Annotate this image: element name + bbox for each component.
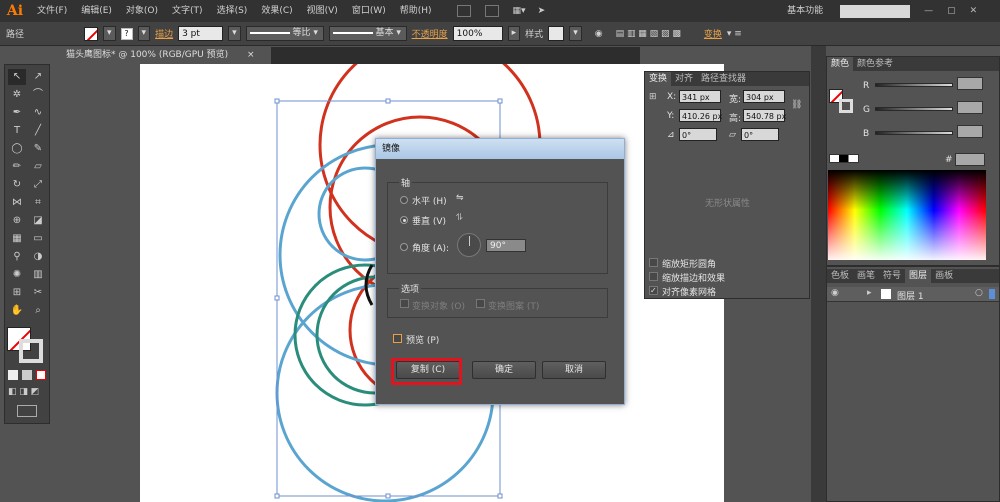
layer-color-indicator <box>989 289 995 299</box>
tab-align[interactable]: 对齐 <box>671 72 697 86</box>
scale-strokes-label[interactable]: 缩放描边和效果 <box>662 271 725 284</box>
layers-panel: 色板 画笔 符号 图层 画板 ◉ ▸ 图层 1 ○ <box>826 266 1000 502</box>
x-label: X: <box>667 92 677 102</box>
transform-patterns-label[interactable]: 变换图案 (T) <box>488 299 539 312</box>
hex-label: # <box>945 155 953 165</box>
horizontal-axis-icon: ⇋ <box>456 193 464 203</box>
ok-button[interactable]: 确定 <box>472 361 536 379</box>
layers-panel-tabs: 色板 画笔 符号 图层 画板 <box>827 269 999 283</box>
green-slider[interactable] <box>875 107 953 111</box>
none-black-white-swatches[interactable] <box>829 154 859 163</box>
dialog-title[interactable]: 镜像 <box>376 139 624 159</box>
tab-brushes[interactable]: 画笔 <box>853 269 879 283</box>
axis-group-label: 轴 <box>399 176 413 189</box>
red-slider[interactable] <box>875 83 953 87</box>
blue-label: B <box>863 129 870 139</box>
vertical-label[interactable]: 垂直 (V) <box>412 214 446 227</box>
copy-button-highlight <box>391 358 462 385</box>
red-value-field[interactable] <box>957 77 983 90</box>
rotate-angle-input[interactable]: 0° <box>679 128 717 141</box>
shear-angle-input[interactable]: 0° <box>741 128 779 141</box>
transform-panel: 变换 对齐 路径查找器 ⊞ X: 341 px 宽: 304 px ⛓ Y: 4… <box>644 71 810 299</box>
width-input[interactable]: 304 px <box>743 90 785 103</box>
link-proportions-icon[interactable]: ⛓ <box>791 100 802 110</box>
tab-artboards[interactable]: 画板 <box>931 269 957 283</box>
no-shape-properties-text: 无形状属性 <box>705 199 751 209</box>
tab-color[interactable]: 颜色 <box>827 57 854 71</box>
cancel-button[interactable]: 取消 <box>542 361 606 379</box>
layer-name[interactable]: 图层 1 <box>897 289 924 302</box>
scale-corners-label[interactable]: 缩放矩形圆角 <box>662 257 716 270</box>
rotate-angle-icon: ⊿ <box>667 130 675 140</box>
scale-corners-checkbox[interactable] <box>649 258 658 267</box>
blue-slider[interactable] <box>875 131 953 135</box>
transform-patterns-checkbox[interactable] <box>476 299 485 308</box>
tab-layers[interactable]: 图层 <box>905 269 932 283</box>
reference-point-icon[interactable]: ⊞ <box>649 92 657 102</box>
transform-panel-tabs: 变换 对齐 路径查找器 <box>645 72 809 86</box>
y-input[interactable]: 410.26 px <box>679 109 722 122</box>
transform-objects-checkbox[interactable] <box>400 299 409 308</box>
target-circle-icon[interactable]: ○ <box>975 288 983 298</box>
preview-label[interactable]: 预览 (P) <box>406 333 439 346</box>
x-input[interactable]: 341 px <box>679 90 721 103</box>
color-panel-tabs: 颜色 颜色参考 <box>827 57 999 71</box>
green-label: G <box>863 105 870 115</box>
width-label: 宽: <box>729 95 742 105</box>
panel-dock-strip <box>811 46 826 502</box>
align-pixel-grid-checkbox[interactable]: ✓ <box>649 286 658 295</box>
layer-row[interactable]: ◉ ▸ 图层 1 ○ <box>827 287 999 302</box>
horizontal-radio[interactable] <box>400 196 408 204</box>
shear-angle-icon: ▱ <box>729 130 736 140</box>
tab-symbols[interactable]: 符号 <box>879 269 905 283</box>
stroke-swatch-icon[interactable] <box>839 99 853 113</box>
angle-label: 角度 (A): <box>412 244 450 254</box>
tab-color-guide[interactable]: 颜色参考 <box>853 57 897 71</box>
angle-radio[interactable] <box>400 243 408 251</box>
angle-dial[interactable] <box>457 233 481 257</box>
blue-value-field[interactable] <box>957 125 983 138</box>
vertical-radio[interactable] <box>400 216 408 224</box>
vertical-axis-icon: ⥮ <box>456 213 463 223</box>
scale-strokes-checkbox[interactable] <box>649 272 658 281</box>
horizontal-label[interactable]: 水平 (H) <box>412 194 447 207</box>
align-pixel-grid-label[interactable]: 对齐像素网格 <box>662 285 716 298</box>
hex-value-field[interactable] <box>955 153 985 166</box>
y-label: Y: <box>667 111 675 121</box>
expand-layer-icon[interactable]: ▸ <box>867 288 872 298</box>
tab-pathfinder[interactable]: 路径查找器 <box>697 72 750 86</box>
options-group-label: 选项 <box>399 282 422 295</box>
green-value-field[interactable] <box>957 101 983 114</box>
red-label: R <box>863 81 870 91</box>
visibility-eye-icon[interactable]: ◉ <box>831 288 839 298</box>
preview-checkbox[interactable] <box>393 334 402 343</box>
angle-input[interactable]: 90° <box>486 239 526 252</box>
height-label: 高: <box>729 114 742 124</box>
layer-thumbnail <box>881 289 891 299</box>
color-spectrum-shade <box>828 170 986 210</box>
height-input[interactable]: 540.78 px <box>743 109 786 122</box>
tab-swatches[interactable]: 色板 <box>827 269 853 283</box>
transform-objects-label[interactable]: 变换对象 (O) <box>412 299 465 312</box>
tab-transform[interactable]: 变换 <box>645 72 672 86</box>
